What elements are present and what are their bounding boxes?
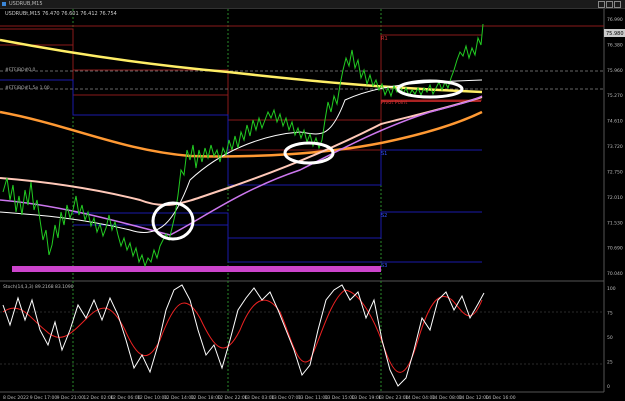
fibo-label-0: #FTFIBO#0.0 [5, 67, 36, 73]
day-separators [72, 9, 382, 392]
price-axis-label: 72.750 [607, 169, 623, 175]
price-axis-label: 72.010 [607, 195, 623, 201]
price-axis-label: 70.040 [607, 271, 623, 277]
magenta-range-bar [12, 266, 381, 272]
price-axis-label: 73.720 [607, 144, 623, 150]
ma-pink [0, 96, 483, 206]
oscillator-axis-label: 100 [607, 286, 616, 292]
price-axis-label: 76.380 [607, 42, 623, 48]
price-axis-label: 75.960 [607, 68, 623, 74]
s3-label: S3 [381, 263, 387, 269]
price-candles [2, 23, 484, 268]
oscillator-axis-label: 75 [607, 311, 613, 317]
price-chart[interactable]: 76.990 76.380 75.960 75.270 74.610 73.720 72.7… [0, 0, 625, 401]
price-axis-label: 71.530 [607, 220, 623, 226]
oscillator-axis-label: 0 [607, 384, 610, 390]
price-axis-label: 70.690 [607, 246, 623, 252]
fibo-label-1: #FTFIBO#1.5e 1.00 [5, 85, 50, 91]
symbol-quote: USDRUBt,M15 76.470 76.601 76.412 76.754 [5, 11, 117, 17]
stoch-label: Stoch(14,3,3) 89.2168 83.1090 [3, 284, 74, 290]
price-axis: 76.990 76.380 75.960 75.270 74.610 73.720 72.7… [607, 17, 623, 277]
pivot-point-label: Pivot Point [381, 100, 407, 106]
oscillator-axis-label: 50 [607, 335, 613, 341]
moving-averages [0, 38, 483, 236]
time-axis-label: 8 Dec 2022 [3, 395, 29, 401]
highlight-ellipses [151, 79, 464, 241]
oscillator-axis: 100 75 50 25 0 [607, 286, 616, 390]
r1-label: R1 [381, 36, 388, 42]
s3-level [73, 224, 482, 263]
price-axis-label: 75.270 [607, 93, 623, 99]
current-price-label: 75.980 [606, 31, 624, 37]
oscillator-axis-label: 25 [607, 360, 613, 366]
chart-window[interactable]: USDRUB,M15 76.990 76.380 75.960 75.270 7… [0, 0, 625, 401]
stoch-levels [0, 311, 604, 365]
time-axis-label: 9 Dec 21:00 [57, 395, 85, 401]
s2-label: S2 [381, 213, 387, 219]
time-axis: 8 Dec 2022 9 Dec 17:00 9 Dec 21:00 12 Dec 0… [3, 395, 516, 401]
price-axis-label: 74.610 [607, 119, 623, 125]
stoch-main-line [2, 284, 485, 387]
s1-label: S1 [381, 151, 387, 157]
price-axis-label: 76.990 [607, 17, 623, 23]
time-axis-label: 9 Dec 17:00 [30, 395, 58, 401]
time-axis-label: 14 Dec 16:00 [485, 395, 515, 401]
